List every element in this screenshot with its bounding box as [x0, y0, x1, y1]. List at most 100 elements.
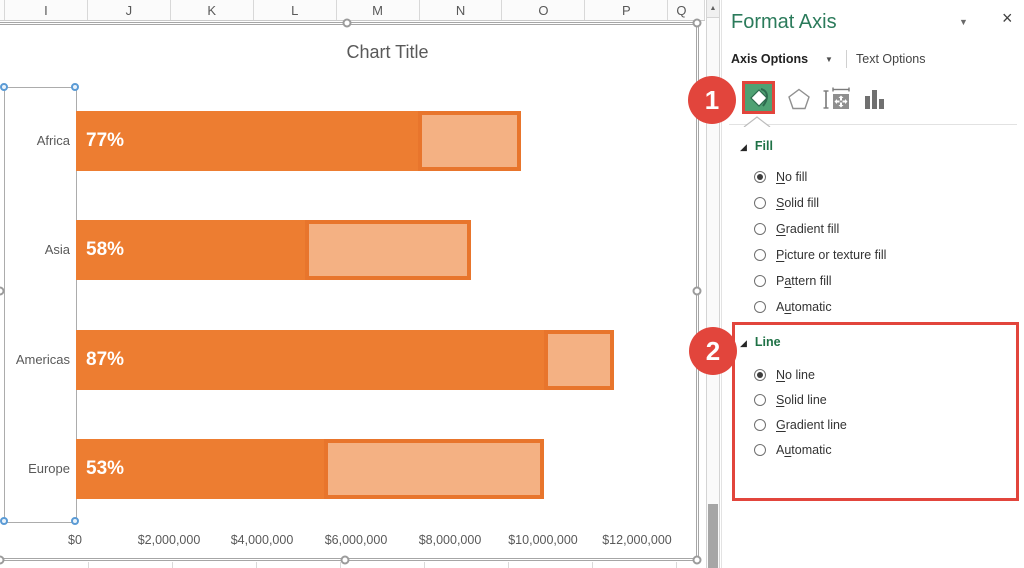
format-axis-pane: Format Axis ▼ × Axis Options ▼ Text Opti…: [721, 0, 1024, 568]
data-label[interactable]: 53%: [86, 439, 124, 499]
column-header-O[interactable]: O: [502, 0, 586, 20]
chart-title[interactable]: Chart Title: [79, 39, 696, 65]
bar-remaining[interactable]: [544, 330, 614, 390]
radio-icon[interactable]: [754, 444, 766, 456]
radio-option-no-fill[interactable]: No fill: [754, 168, 807, 186]
radio-option-gradient-line[interactable]: Gradient line: [754, 416, 847, 434]
category-label-europe: Europe: [28, 461, 70, 476]
radio-label: Gradient line: [776, 418, 847, 432]
scrollbar-thumb[interactable]: [708, 504, 718, 568]
x-axis-tick-label[interactable]: $0: [25, 533, 125, 547]
annotation-badge-1: 1: [688, 76, 736, 124]
column-header-J[interactable]: J: [88, 0, 171, 20]
axis-handle-bottom-left[interactable]: [0, 517, 8, 525]
section-header-line[interactable]: ◢ Line: [740, 335, 781, 349]
chart-handle-top-right[interactable]: [692, 18, 702, 28]
tab-fill-and-line[interactable]: [742, 81, 775, 114]
radio-selected-icon[interactable]: [754, 171, 766, 183]
collapse-triangle-icon: ◢: [740, 338, 747, 348]
radio-label: Automatic: [776, 443, 832, 457]
tab-effects[interactable]: [784, 84, 814, 114]
radio-label: Automatic: [776, 300, 832, 314]
x-axis-tick-label[interactable]: $10,000,000: [493, 533, 593, 547]
radio-label: Solid line: [776, 393, 827, 407]
pane-title: Format Axis: [731, 11, 837, 33]
column-header-K[interactable]: K: [171, 0, 254, 20]
category-label-americas: Americas: [15, 352, 70, 367]
axis-handle-top-left[interactable]: [0, 83, 8, 91]
chart-area[interactable]: Chart Title Africa 77% Asia 58% Americas 87% E…: [0, 22, 699, 561]
bar-remaining[interactable]: [305, 220, 471, 280]
chart-handle-bottom-center[interactable]: [340, 555, 350, 565]
axis-handle-top-right[interactable]: [71, 83, 79, 91]
tab-axis-options[interactable]: Axis Options: [731, 52, 808, 66]
tab-size-and-properties[interactable]: [822, 84, 852, 114]
x-axis-tick-label[interactable]: $8,000,000: [400, 533, 500, 547]
radio-option-picture-or-texture-fill[interactable]: Picture or texture fill: [754, 246, 886, 264]
gridline: [256, 562, 257, 568]
data-label[interactable]: 77%: [86, 111, 124, 171]
radio-option-automatic[interactable]: Automatic: [754, 441, 832, 459]
excel-window: IJKLMNOPQ Chart Title Africa 77% Asia 58% Am…: [0, 0, 1024, 568]
pane-divider: [729, 124, 1017, 125]
radio-label: Gradient fill: [776, 222, 840, 236]
chart-handle-right-middle[interactable]: [692, 286, 702, 296]
column-header-Q[interactable]: Q: [668, 0, 705, 20]
bar-remaining[interactable]: [418, 111, 521, 171]
column-header-M[interactable]: M: [337, 0, 420, 20]
radio-label: Pattern fill: [776, 274, 832, 288]
category-label-africa: Africa: [36, 133, 70, 148]
bar-actual[interactable]: [76, 330, 544, 390]
x-axis-tick-label[interactable]: $2,000,000: [119, 533, 219, 547]
radio-icon[interactable]: [754, 419, 766, 431]
bar-row: 87%: [76, 330, 615, 390]
column-header-I[interactable]: I: [5, 0, 88, 20]
section-header-fill[interactable]: ◢ Fill: [740, 139, 773, 153]
tab-divider: [846, 50, 847, 68]
radio-option-solid-fill[interactable]: Solid fill: [754, 194, 819, 212]
x-axis-tick-label[interactable]: $4,000,000: [212, 533, 312, 547]
chart-handle-bottom-right[interactable]: [692, 555, 702, 565]
radio-option-automatic[interactable]: Automatic: [754, 298, 832, 316]
tab-axis-options-chart[interactable]: [860, 84, 890, 114]
data-label[interactable]: 58%: [86, 220, 124, 280]
tab-text-options[interactable]: Text Options: [856, 52, 925, 66]
gridline: [172, 562, 173, 568]
radio-option-gradient-fill[interactable]: Gradient fill: [754, 220, 839, 238]
x-axis-tick-label[interactable]: $6,000,000: [306, 533, 406, 547]
column-header-L[interactable]: L: [254, 0, 337, 20]
column-header-P[interactable]: P: [585, 0, 669, 20]
radio-option-no-line[interactable]: No line: [754, 366, 815, 384]
chart-handle-top-center[interactable]: [342, 18, 352, 28]
scrollbar-up-arrow-icon[interactable]: ▲: [707, 0, 719, 18]
column-header-N[interactable]: N: [420, 0, 503, 20]
gridline: [424, 562, 425, 568]
selected-tab-pointer: [743, 114, 771, 132]
data-label[interactable]: 87%: [86, 330, 124, 390]
axis-handle-bottom-right[interactable]: [71, 517, 79, 525]
radio-icon[interactable]: [754, 301, 766, 313]
paint-bucket-icon: [749, 87, 768, 107]
radio-option-pattern-fill[interactable]: Pattern fill: [754, 272, 832, 290]
radio-icon[interactable]: [754, 275, 766, 287]
radio-label: Solid fill: [776, 196, 820, 210]
chart-handle-bottom-left[interactable]: [0, 555, 5, 565]
radio-icon[interactable]: [754, 223, 766, 235]
x-axis-tick-label[interactable]: $12,000,000: [587, 533, 687, 547]
bar-actual[interactable]: [76, 111, 418, 171]
axis-options-dropdown-icon[interactable]: ▼: [825, 55, 833, 64]
radio-label: No line: [776, 368, 815, 382]
gridline: [508, 562, 509, 568]
bar-remaining[interactable]: [324, 439, 544, 499]
category-label-asia: Asia: [44, 242, 70, 257]
annotation-badge-2: 2: [689, 327, 737, 375]
radio-icon[interactable]: [754, 394, 766, 406]
radio-icon[interactable]: [754, 249, 766, 261]
radio-icon[interactable]: [754, 197, 766, 209]
radio-option-solid-line[interactable]: Solid line: [754, 391, 827, 409]
bar-row: 53%: [76, 439, 544, 499]
radio-selected-icon[interactable]: [754, 369, 766, 381]
pane-menu-chevron-icon[interactable]: ▼: [959, 17, 968, 27]
bar-row: 58%: [76, 220, 472, 280]
close-icon[interactable]: ×: [1002, 8, 1013, 28]
